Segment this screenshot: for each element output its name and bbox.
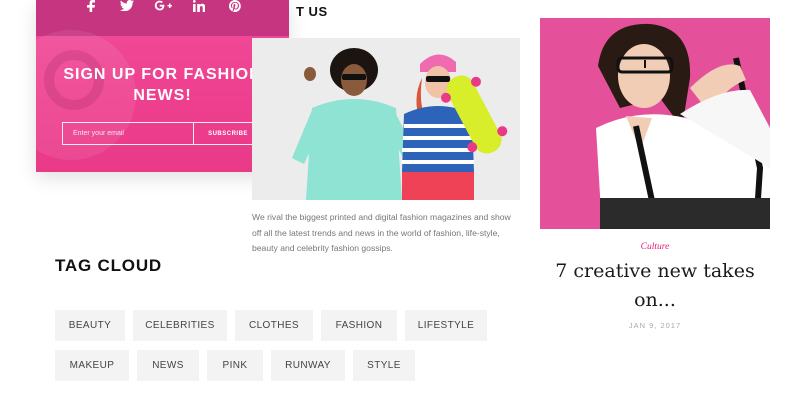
tag-fashion[interactable]: FASHION: [321, 310, 397, 341]
post-category[interactable]: Culture: [540, 242, 770, 252]
tag-lifestyle[interactable]: LIFESTYLE: [405, 310, 487, 341]
tag-makeup[interactable]: MAKEUP: [55, 350, 129, 381]
tag-beauty[interactable]: BEAUTY: [55, 310, 125, 341]
tag-cloud-title: TAG CLOUD: [55, 256, 162, 275]
signup-form: SUBSCRIBE: [62, 122, 263, 145]
about-image: [252, 38, 520, 200]
tag-news[interactable]: NEWS: [137, 350, 199, 381]
post-image[interactable]: [540, 18, 770, 229]
tag-pink[interactable]: PINK: [207, 350, 263, 381]
tag-runway[interactable]: RUNWAY: [271, 350, 345, 381]
pinterest-icon[interactable]: [217, 0, 253, 20]
fashion-couple-photo: [252, 38, 520, 200]
about-description: We rival the biggest printed and digital…: [252, 212, 511, 253]
google-plus-icon[interactable]: [145, 0, 181, 20]
facebook-icon[interactable]: [73, 0, 109, 20]
tag-style[interactable]: STYLE: [353, 350, 415, 381]
tag-clothes[interactable]: CLOTHES: [235, 310, 313, 341]
post-title[interactable]: 7 creative new takes on...: [540, 257, 770, 315]
linkedin-icon[interactable]: [181, 0, 217, 20]
model-photo: [540, 18, 770, 229]
email-input[interactable]: [63, 123, 194, 144]
twitter-icon[interactable]: [109, 0, 145, 20]
post-date: JAN 9, 2017: [628, 321, 682, 330]
social-links: [36, 0, 289, 20]
tag-celebrities[interactable]: CELEBRITIES: [133, 310, 227, 341]
about-heading: T US: [296, 4, 328, 19]
